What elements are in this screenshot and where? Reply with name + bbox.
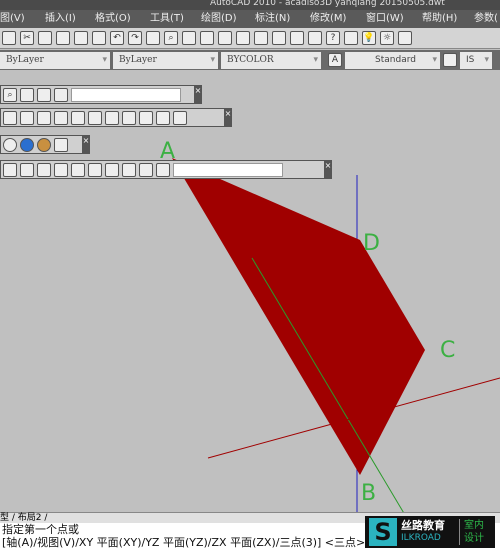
top-view-icon[interactable] (3, 162, 17, 177)
wireframe-icon[interactable] (3, 137, 17, 152)
ucs-3point-icon[interactable] (105, 110, 119, 125)
shaded-sphere-icon[interactable] (20, 137, 34, 152)
label-c: C (440, 338, 455, 363)
tab-model[interactable]: 型 (0, 513, 9, 523)
ucs-z-icon[interactable] (156, 110, 170, 125)
ucs-view-icon[interactable] (54, 110, 68, 125)
ucs-previous-icon[interactable] (3, 110, 17, 125)
3d-navigation-toolbar: × (0, 160, 332, 179)
ucs-object-icon[interactable] (37, 110, 51, 125)
bottom-view-icon[interactable] (20, 162, 34, 177)
zoom-back-icon[interactable] (156, 162, 170, 177)
realistic-sphere-icon[interactable] (37, 137, 51, 152)
close-icon[interactable]: × (82, 136, 90, 146)
ne-iso-icon[interactable] (105, 162, 119, 177)
visual-style-manager-icon[interactable] (54, 137, 68, 152)
label-b: B (361, 481, 376, 506)
ucs-toolbar: × (0, 108, 232, 127)
close-icon[interactable]: × (224, 109, 232, 119)
close-icon[interactable]: × (194, 86, 202, 96)
logo-sub1: 室内 (464, 520, 484, 531)
ucs-x-icon[interactable] (122, 110, 136, 125)
ucs-origin-icon[interactable] (71, 110, 85, 125)
sw-iso-icon[interactable] (71, 162, 85, 177)
camera-icon[interactable] (139, 162, 153, 177)
drawing-canvas[interactable]: A D C B (0, 0, 500, 550)
red-face[interactable] (172, 158, 425, 475)
view-toolbar: ⌕ × (0, 85, 202, 104)
label-d: D (363, 231, 380, 256)
logo-name: 丝路教育 (401, 519, 445, 532)
zoom-realtime-icon[interactable]: ⌕ (3, 87, 17, 102)
named-view-select[interactable] (173, 162, 283, 177)
ucs-face-icon[interactable] (20, 110, 34, 125)
orbit-icon[interactable] (20, 87, 34, 102)
ucs-y-icon[interactable] (139, 110, 153, 125)
visual-styles-toolbar: × (0, 135, 90, 154)
zoom-extents-icon[interactable] (37, 87, 51, 102)
ucs-zaxis-icon[interactable] (88, 110, 102, 125)
left-view-icon[interactable] (37, 162, 51, 177)
walk-icon[interactable] (54, 87, 68, 102)
se-iso-icon[interactable] (88, 162, 102, 177)
logo-en: ILKROAD (401, 533, 441, 543)
ucs-apply-icon[interactable] (173, 110, 187, 125)
right-view-icon[interactable] (54, 162, 68, 177)
logo-sub2: 设计 (464, 533, 484, 544)
silkroad-logo: S 丝路教育 ILKROAD 室内 设计 (365, 516, 495, 548)
tab-layout2[interactable]: 布局2 (18, 513, 42, 523)
nw-iso-icon[interactable] (122, 162, 136, 177)
close-icon[interactable]: × (324, 161, 332, 171)
view-select[interactable] (71, 87, 181, 102)
